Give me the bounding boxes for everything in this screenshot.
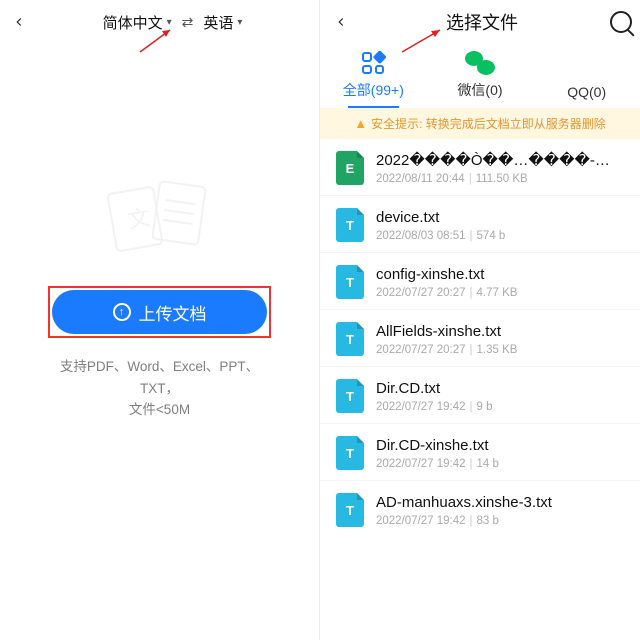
- highlight-box: ↑ 上传文档: [48, 286, 271, 338]
- file-size: 14 b: [477, 458, 499, 470]
- file-size: 9 b: [477, 401, 493, 413]
- file-sub: 2022/07/27 20:27|4.77 KB: [376, 287, 624, 299]
- file-sub: 2022/08/11 20:44|111.50 KB: [376, 173, 624, 185]
- txt-file-icon: T: [336, 208, 364, 242]
- wechat-icon: [465, 51, 495, 75]
- file-row[interactable]: T Dir.CD-xinshe.txt 2022/07/27 19:42|14 b: [320, 424, 640, 481]
- file-sub: 2022/08/03 08:51|574 b: [376, 230, 624, 242]
- file-sub: 2022/07/27 19:42|9 b: [376, 401, 624, 413]
- file-date: 2022/08/11 20:44: [376, 173, 465, 185]
- support-line2: 文件<50M: [58, 399, 261, 421]
- txt-file-icon: T: [336, 493, 364, 527]
- grid-icon: [362, 52, 384, 74]
- language-selector: 简体中文 ▾ ⇄ 英语 ▾: [32, 12, 313, 33]
- xls-file-icon: E: [336, 151, 364, 185]
- file-row[interactable]: Tconfig-xinshe.txt 2022/07/27 20:27|4.77 …: [320, 253, 640, 310]
- translate-screen: 简体中文 ▾ ⇄ 英语 ▾ 文 ↑ 上传文档: [0, 0, 320, 640]
- file-size: 1.35 KB: [477, 344, 518, 356]
- source-tabs: 全部(99+) 微信(0) QQ(0): [320, 44, 640, 108]
- upload-label: 上传文档: [139, 300, 207, 325]
- support-line1: 支持PDF、Word、Excel、PPT、TXT，: [58, 356, 261, 399]
- file-date: 2022/07/27 19:42: [376, 458, 466, 470]
- txt-file-icon: T: [336, 322, 364, 356]
- file-name: AllFields-xinshe.txt: [376, 323, 624, 340]
- security-text: 安全提示: 转换完成后文档立即从服务器删除: [371, 115, 606, 132]
- txt-file-icon: T: [336, 436, 364, 470]
- file-date: 2022/07/27 20:27: [376, 344, 466, 356]
- file-meta: AD-manhuaxs.xinshe-3.txt 2022/07/27 19:42…: [376, 494, 624, 527]
- right-top-bar: 选择文件: [320, 0, 640, 44]
- file-sub: 2022/07/27 19:42|14 b: [376, 458, 624, 470]
- file-date: 2022/07/27 19:42: [376, 515, 466, 527]
- chevron-down-icon: ▾: [237, 17, 242, 28]
- upload-section: ↑ 上传文档 支持PDF、Word、Excel、PPT、TXT， 文件<50M: [48, 286, 271, 421]
- tab-qq[interactable]: QQ(0): [533, 54, 640, 108]
- file-size: 4.77 KB: [477, 287, 518, 299]
- page-title: 选择文件: [446, 9, 518, 35]
- file-row[interactable]: T AllFields-xinshe.txt 2022/07/27 20:27|1.…: [320, 310, 640, 367]
- chevron-down-icon: ▾: [167, 17, 172, 28]
- txt-file-icon: T: [336, 379, 364, 413]
- file-name: device.txt: [376, 209, 624, 226]
- lang-from-label: 简体中文: [103, 12, 163, 33]
- file-sub: 2022/07/27 20:27|1.35 KB: [376, 344, 624, 356]
- file-row[interactable]: Tdevice.txt 2022/08/03 08:51|574 b: [320, 196, 640, 253]
- search-icon[interactable]: [610, 11, 632, 33]
- file-row[interactable]: E 2022����Ò��…����-��`.xls 2022/08/11 20:4…: [320, 139, 640, 196]
- documents-illustration: 文: [0, 172, 319, 262]
- tab-all-label: 全部(99+): [343, 80, 404, 100]
- file-name: Dir.CD-xinshe.txt: [376, 437, 624, 454]
- txt-file-icon: T: [336, 265, 364, 299]
- file-meta: config-xinshe.txt 2022/07/27 20:27|4.77 K…: [376, 266, 624, 299]
- file-sub: 2022/07/27 19:42|83 b: [376, 515, 624, 527]
- file-name: AD-manhuaxs.xinshe-3.txt: [376, 494, 624, 511]
- file-size: 574 b: [477, 230, 506, 242]
- tab-all[interactable]: 全部(99+): [320, 50, 427, 108]
- file-meta: 2022����Ò��…����-��`.xls 2022/08/11 20:44…: [376, 151, 624, 185]
- tab-qq-label: QQ(0): [567, 84, 606, 100]
- tab-wechat[interactable]: 微信(0): [427, 50, 534, 108]
- security-notice: ▲ 安全提示: 转换完成后文档立即从服务器删除: [320, 108, 640, 139]
- lang-to[interactable]: 英语 ▾: [203, 12, 242, 33]
- upload-icon: ↑: [113, 303, 131, 321]
- file-name: 2022����Ò��…����-��`.xls: [376, 151, 624, 169]
- back-button-right[interactable]: [328, 9, 354, 35]
- file-row[interactable]: T AD-manhuaxs.xinshe-3.txt 2022/07/27 19:4…: [320, 481, 640, 537]
- file-meta: AllFields-xinshe.txt 2022/07/27 20:27|1.3…: [376, 323, 624, 356]
- swap-icon[interactable]: ⇄: [182, 14, 194, 31]
- file-date: 2022/07/27 19:42: [376, 401, 466, 413]
- file-picker-screen: 选择文件 全部(99+) 微信(0) QQ(0) ▲ 安全提示: 转换完成后文档…: [320, 0, 640, 640]
- support-text: 支持PDF、Word、Excel、PPT、TXT， 文件<50M: [48, 356, 271, 421]
- file-date: 2022/07/27 20:27: [376, 287, 466, 299]
- file-meta: device.txt 2022/08/03 08:51|574 b: [376, 209, 624, 242]
- left-top-bar: 简体中文 ▾ ⇄ 英语 ▾: [0, 0, 319, 44]
- file-name: Dir.CD.txt: [376, 380, 624, 397]
- file-size: 83 b: [477, 515, 499, 527]
- upload-button[interactable]: ↑ 上传文档: [52, 290, 267, 334]
- back-button-left[interactable]: [6, 9, 32, 35]
- file-meta: Dir.CD-xinshe.txt 2022/07/27 19:42|14 b: [376, 437, 624, 470]
- file-date: 2022/08/03 08:51: [376, 230, 466, 242]
- tab-wechat-label: 微信(0): [457, 80, 502, 100]
- warning-icon: ▲: [354, 116, 367, 131]
- file-size: 111.50 KB: [476, 173, 528, 185]
- svg-text:文: 文: [126, 205, 152, 233]
- file-list: E 2022����Ò��…����-��`.xls 2022/08/11 20:4…: [320, 139, 640, 635]
- lang-to-label: 英语: [203, 12, 233, 33]
- file-meta: Dir.CD.txt 2022/07/27 19:42|9 b: [376, 380, 624, 413]
- lang-from[interactable]: 简体中文 ▾: [103, 12, 172, 33]
- file-name: config-xinshe.txt: [376, 266, 624, 283]
- file-row[interactable]: T Dir.CD.txt 2022/07/27 19:42|9 b: [320, 367, 640, 424]
